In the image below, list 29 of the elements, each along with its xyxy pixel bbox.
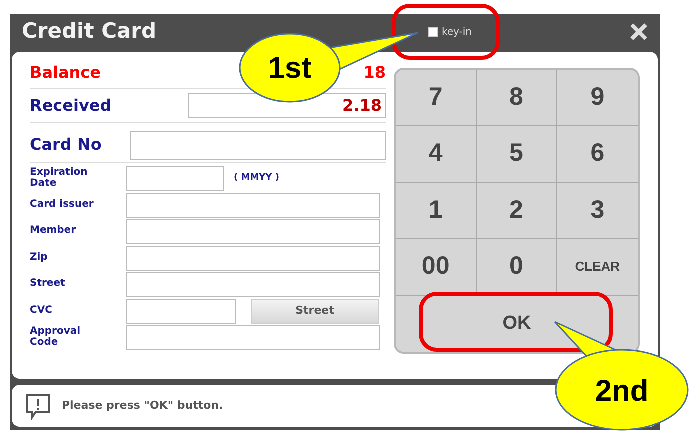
street-button[interactable]: Street bbox=[251, 298, 379, 324]
window-title: Credit Card bbox=[22, 18, 157, 46]
alert-icon bbox=[24, 392, 52, 420]
keypad-key[interactable]: 8 bbox=[476, 70, 558, 126]
field-label: Street bbox=[30, 279, 66, 290]
key-in-checkbox[interactable]: key-in bbox=[428, 24, 472, 40]
field-label: Zip bbox=[30, 252, 49, 264]
callout-label: 2nd bbox=[595, 375, 649, 408]
field-label: Approval Code bbox=[30, 327, 82, 348]
checkbox-icon[interactable] bbox=[428, 27, 438, 37]
balance-value: 18 bbox=[364, 62, 386, 84]
keypad-key[interactable]: 2 bbox=[476, 182, 558, 240]
status-message: Please press "OK" button. bbox=[62, 398, 224, 414]
balance-label: Balance bbox=[30, 62, 101, 84]
field-label: Expiration Date bbox=[30, 168, 89, 189]
received-label: Received bbox=[30, 94, 112, 116]
field-label: Member bbox=[30, 226, 78, 237]
callout-label: 1st bbox=[268, 52, 312, 85]
field-label: CVC bbox=[30, 306, 54, 316]
keypad-key[interactable]: 1 bbox=[396, 182, 477, 240]
keypad-key[interactable]: 5 bbox=[476, 126, 558, 183]
keypad-key[interactable]: 7 bbox=[396, 70, 477, 126]
format-hint: ( MMYY ) bbox=[234, 172, 280, 185]
field-label: Card issuer bbox=[30, 200, 95, 210]
keypad-key[interactable]: 9 bbox=[557, 70, 638, 126]
keypad-key[interactable]: 00 bbox=[396, 239, 477, 296]
card-number-label: Card No bbox=[30, 134, 102, 156]
keypad-key[interactable]: 4 bbox=[396, 126, 477, 183]
close-icon[interactable] bbox=[630, 23, 648, 41]
